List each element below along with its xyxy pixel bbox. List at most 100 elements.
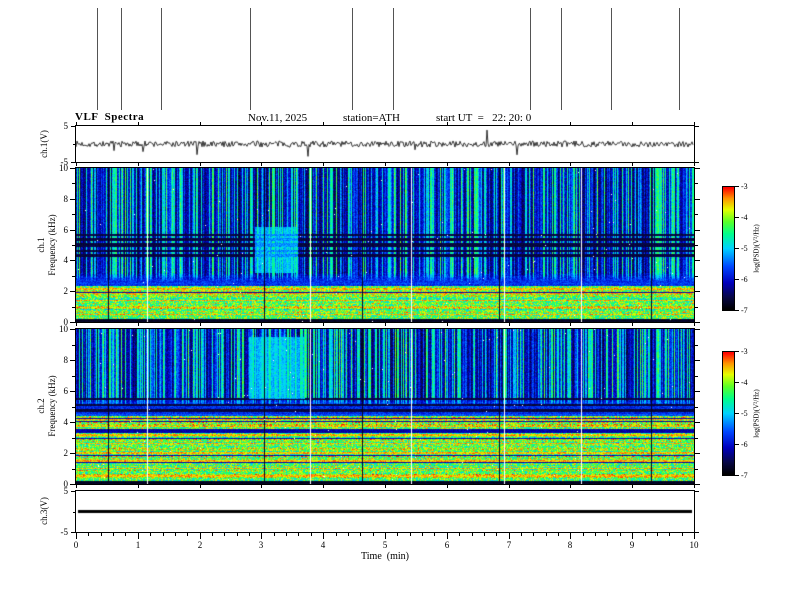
x-minor-tick: [311, 533, 312, 536]
x-panel-tick: [694, 323, 695, 326]
freq-minor-tick: [695, 345, 698, 346]
colorbar-tick: [735, 475, 739, 476]
colorbar-tick: [735, 248, 739, 249]
ch3-waveform-panel: [75, 490, 695, 533]
freq-major-tick: [695, 199, 700, 200]
x-panel-tick: [632, 163, 633, 166]
x-minor-tick: [546, 533, 547, 536]
freq-major-tick: [695, 329, 700, 330]
x-panel-tick: [447, 323, 448, 326]
volt-minor-tick: [73, 512, 75, 513]
colorbar-tick: [735, 413, 739, 414]
x-tick-label: 6: [444, 540, 450, 550]
freq-minor-tick: [695, 376, 698, 377]
x-panel-tick: [261, 485, 262, 488]
x-tick-label: 7: [506, 540, 512, 550]
volt-tick-label: 5: [63, 486, 69, 496]
x-minor-tick: [286, 533, 287, 536]
ch1-waveform-panel: [75, 125, 695, 163]
x-minor-tick: [101, 533, 102, 536]
top-artifact-line: [530, 8, 531, 110]
volt-tick-label: -5: [60, 157, 69, 167]
x-minor-tick: [657, 533, 658, 536]
colorbar-tick-label: -6: [741, 275, 748, 284]
x-panel-tick: [200, 163, 201, 166]
freq-major-tick: [70, 484, 75, 485]
colorbar-tick-label: -3: [741, 347, 748, 356]
freq-tick-label: 2: [63, 448, 69, 458]
x-minor-tick: [558, 533, 559, 536]
volt-tick-label: -5: [60, 527, 69, 537]
x-major-tick: [323, 533, 324, 539]
x-minor-tick: [459, 533, 460, 536]
freq-major-tick: [695, 168, 700, 169]
freq-major-tick: [70, 422, 75, 423]
freq-major-tick: [695, 391, 700, 392]
x-panel-tick: [138, 323, 139, 326]
x-major-tick: [694, 533, 695, 539]
x-minor-tick: [175, 533, 176, 536]
volt-minor-tick: [73, 144, 75, 145]
x-tick-label: 4: [320, 540, 326, 550]
x-top-tick: [200, 122, 201, 125]
x-minor-tick: [645, 533, 646, 536]
start-ut-label: start UT = 22: 20: 0: [436, 112, 532, 124]
freq-minor-tick: [695, 183, 698, 184]
top-artifact-line: [352, 8, 353, 110]
x-top-tick: [323, 122, 324, 125]
x-minor-tick: [533, 533, 534, 536]
freq-minor-tick: [695, 469, 698, 470]
ch2-axis-label-line1: ch.2: [36, 398, 46, 414]
x-panel-tick: [76, 323, 77, 326]
top-artifact-line: [611, 8, 612, 110]
ch2-spectrogram-canvas: [76, 329, 694, 484]
x-minor-tick: [298, 533, 299, 536]
x-panel-tick: [509, 163, 510, 166]
colorbar-ch1: [722, 186, 735, 311]
x-panel-tick: [138, 163, 139, 166]
x-tick-label: 10: [689, 540, 699, 550]
x-panel-tick: [200, 323, 201, 326]
volt-tick: [695, 126, 699, 127]
freq-major-tick: [695, 453, 700, 454]
x-minor-tick: [583, 533, 584, 536]
volt-tick: [71, 126, 75, 127]
freq-major-tick: [70, 260, 75, 261]
x-minor-tick: [434, 533, 435, 536]
colorbar-ch1-title: log(PSD)(V²/Hz): [752, 224, 761, 273]
freq-minor-tick: [72, 307, 75, 308]
freq-major-tick: [70, 322, 75, 323]
volt-tick: [695, 491, 699, 492]
colorbar-tick: [735, 310, 739, 311]
x-minor-tick: [521, 533, 522, 536]
x-panel-tick: [76, 163, 77, 166]
x-panel-tick: [570, 163, 571, 166]
volt-tick: [71, 532, 75, 533]
x-panel-tick: [385, 163, 386, 166]
colorbar-tick: [735, 279, 739, 280]
freq-major-tick: [70, 453, 75, 454]
colorbar-tick: [735, 351, 739, 352]
x-minor-tick: [607, 533, 608, 536]
colorbar-tick-label: -4: [741, 378, 748, 387]
x-panel-tick: [447, 485, 448, 488]
x-major-tick: [200, 533, 201, 539]
x-minor-tick: [212, 533, 213, 536]
x-panel-tick: [694, 485, 695, 488]
x-minor-tick: [620, 533, 621, 536]
freq-minor-tick: [72, 245, 75, 246]
freq-major-tick: [695, 360, 700, 361]
vlf-spectra-figure: VLF Spectra Nov.11, 2025 station=ATH sta…: [0, 0, 792, 612]
colorbar-tick: [735, 186, 739, 187]
x-minor-tick: [163, 533, 164, 536]
x-panel-tick: [570, 485, 571, 488]
freq-major-tick: [70, 291, 75, 292]
freq-minor-tick: [695, 276, 698, 277]
ch1-axis-label-line1: ch.1: [36, 237, 46, 253]
colorbar-ch1-canvas: [723, 187, 734, 310]
freq-minor-tick: [72, 276, 75, 277]
colorbar-tick-label: -7: [741, 471, 748, 480]
ch2-spectrogram-panel: [75, 328, 695, 485]
x-major-tick: [509, 533, 510, 539]
x-minor-tick: [397, 533, 398, 536]
